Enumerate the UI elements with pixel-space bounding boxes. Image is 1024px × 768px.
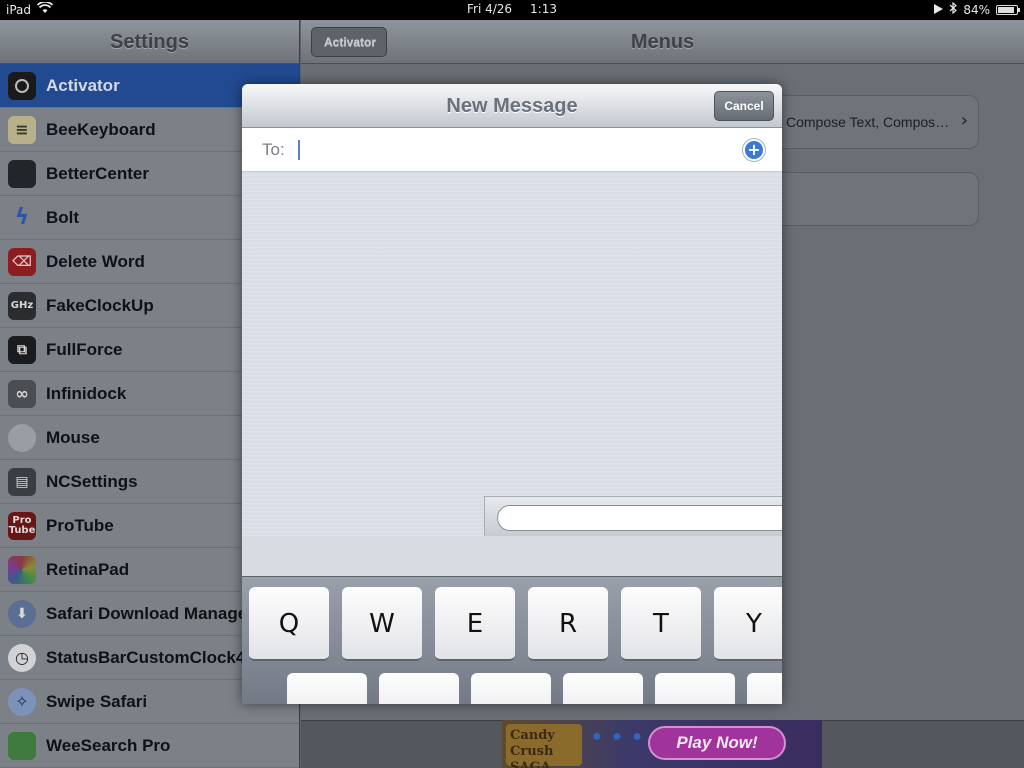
sheet-title: New Message (446, 95, 578, 117)
recipient-input[interactable] (302, 136, 722, 164)
key-t[interactable]: T (621, 587, 701, 661)
status-bar: iPad Fri 4/26 1:13 84% (0, 0, 1024, 20)
compose-bar (484, 496, 782, 536)
add-contact-button[interactable]: + (742, 138, 766, 162)
key-e[interactable]: E (435, 587, 515, 661)
ad-banner[interactable]: Candy Crush SAGA ● ● ● Play Now! (502, 720, 822, 768)
weesearch-icon (8, 731, 36, 760)
settings-item-label: Infinidock (46, 383, 127, 403)
battery-icon (996, 4, 1020, 15)
settings-item-label: Mouse (46, 427, 100, 447)
key-r[interactable]: R (528, 587, 608, 661)
status-time: 1:13 (530, 2, 557, 16)
infinidock-icon: ∞ (8, 379, 36, 408)
settings-item-label: WeeSearch Pro (46, 735, 171, 755)
status-date: Fri 4/26 (466, 2, 513, 16)
key-w[interactable]: W (342, 587, 422, 661)
key-s[interactable] (379, 673, 459, 704)
key-h[interactable] (747, 673, 782, 704)
key-y[interactable]: Y (714, 587, 782, 661)
activator-icon (8, 71, 36, 100)
message-thread (242, 172, 782, 536)
bolt-icon: ϟ (14, 205, 30, 230)
play-now-button[interactable]: Play Now! (648, 726, 786, 760)
better-center-icon (8, 159, 36, 188)
cancel-button[interactable]: Cancel (714, 91, 774, 121)
settings-title: Settings (0, 20, 299, 64)
text-cursor (298, 140, 300, 160)
ncsettings-icon: ▤ (8, 467, 36, 496)
to-label: To: (262, 140, 285, 159)
key-a[interactable] (287, 673, 367, 704)
settings-item-label: BetterCenter (46, 163, 149, 183)
candy-icons: ● ● ● (592, 728, 645, 745)
bluetooth-icon (949, 1, 958, 17)
new-message-sheet: New Message Cancel To: + Q W E R T Y (242, 84, 782, 704)
key-g[interactable] (655, 673, 735, 704)
message-input[interactable] (497, 505, 782, 531)
settings-item-label: RetinaPad (46, 559, 130, 579)
delete-word-icon: ⌫ (8, 247, 36, 276)
key-f[interactable] (563, 673, 643, 704)
settings-item-label: Swipe Safari (46, 691, 148, 711)
key-d[interactable] (471, 673, 551, 704)
bee-keyboard-icon: ≡ (8, 115, 36, 144)
key-q[interactable]: Q (249, 587, 329, 661)
swipe-safari-icon: ✧ (8, 687, 36, 716)
detail-title: Menus (630, 31, 695, 53)
settings-item-label: StatusBarCustomClock4 (46, 647, 246, 667)
fullforce-icon: ⧉ (8, 335, 36, 364)
to-field[interactable]: To: + (242, 128, 782, 172)
keyboard: Q W E R T Y (242, 576, 782, 704)
settings-item-label: Bolt (46, 207, 80, 227)
chevron-right-icon: › (960, 110, 968, 131)
settings-item-label: Activator (46, 75, 120, 95)
detail-navbar: Activator Menus (301, 20, 1024, 64)
settings-item-label: Safari Download Manage (46, 603, 248, 623)
ghz-icon: GHz (8, 291, 36, 320)
retinapad-icon (8, 555, 36, 584)
protube-icon: Pro Tube (8, 511, 36, 540)
settings-item-label: ProTube (46, 515, 114, 535)
download-icon: ⬇ (8, 599, 36, 628)
plus-icon: + (745, 141, 763, 159)
back-button[interactable]: Activator (311, 27, 388, 57)
settings-item-label: FakeClockUp (46, 295, 154, 315)
menu-row-value: Compose Text, Compos… (786, 114, 950, 130)
settings-item-label: BeeKeyboard (46, 119, 156, 139)
candy-crush-logo: Candy Crush SAGA (506, 724, 582, 768)
settings-item-label: FullForce (46, 339, 123, 359)
clock-icon: ◷ (8, 643, 36, 672)
settings-item-weesearch-pro[interactable]: WeeSearch Pro (0, 724, 299, 768)
play-icon (934, 3, 944, 17)
settings-item-label: NCSettings (46, 471, 138, 491)
battery-percent: 84% (963, 2, 990, 17)
mouse-icon (8, 423, 36, 452)
sheet-header: New Message Cancel (242, 84, 782, 128)
settings-item-label: Delete Word (46, 251, 145, 271)
